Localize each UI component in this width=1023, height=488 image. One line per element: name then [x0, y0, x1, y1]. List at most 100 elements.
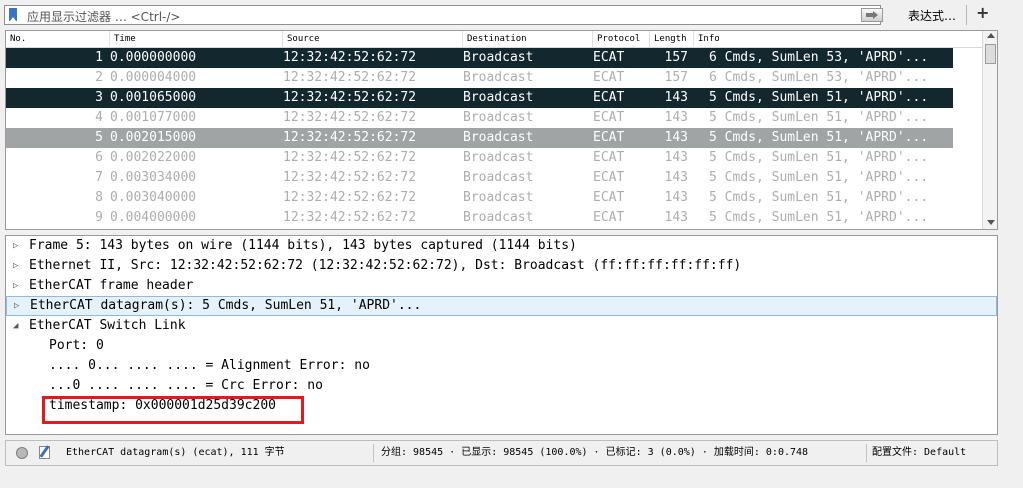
packet-time: 0.001065000: [110, 90, 197, 105]
detail-tree-item[interactable]: ▷ EtherCAT frame header: [6, 276, 997, 296]
packet-destination: Broadcast: [463, 170, 534, 185]
packet-protocol: ECAT: [593, 70, 625, 85]
packet-row[interactable]: 5 0.002015000 12:32:42:52:62:72 Broadcast EC…: [6, 128, 953, 148]
column-header-protocol[interactable]: Protocol: [593, 31, 650, 47]
packet-destination: Broadcast: [463, 110, 534, 125]
packet-row[interactable]: 6 0.002022000 12:32:42:52:62:72 Broadcast EC…: [6, 148, 953, 168]
detail-text: EtherCAT Switch Link: [29, 318, 186, 333]
status-bar: EtherCAT datagram(s) (ecat), 111 字节 分组: …: [5, 440, 998, 466]
detail-text: .... 0... .... .... = Alignment Error: n…: [49, 358, 370, 373]
packet-row[interactable]: 1 0.000000000 12:32:42:52:62:72 Broadcast EC…: [6, 48, 953, 68]
add-filter-button[interactable]: +: [976, 3, 989, 22]
detail-tree-item[interactable]: .... 0... .... .... = Alignment Error: n…: [6, 356, 997, 376]
packet-protocol: ECAT: [593, 90, 625, 105]
packet-row[interactable]: 2 0.000004000 12:32:42:52:62:72 Broadcast EC…: [6, 68, 953, 88]
packet-info: 6 Cmds, SumLen 53, 'APRD'...: [709, 50, 929, 65]
packet-row[interactable]: 9 0.004000000 12:32:42:52:62:72 Broadcast EC…: [6, 208, 953, 228]
packet-no: 3: [95, 90, 103, 105]
packet-no: 6: [95, 150, 103, 165]
packet-row[interactable]: 8 0.003040000 12:32:42:52:62:72 Broadcast EC…: [6, 188, 953, 208]
detail-text: Port: 0: [49, 338, 104, 353]
scroll-down-icon[interactable]: [987, 220, 995, 225]
status-divider: [866, 444, 867, 462]
apply-filter-arrow-icon[interactable]: [861, 8, 883, 22]
packet-time: 0.004000000: [110, 210, 197, 225]
packet-row[interactable]: 4 0.001077000 12:32:42:52:62:72 Broadcast EC…: [6, 108, 953, 128]
detail-tree-item[interactable]: ▷ Frame 5: 143 bytes on wire (1144 bits),…: [6, 236, 997, 256]
detail-text: ...0 .... .... .... = Crc Error: no: [49, 378, 323, 393]
column-header-no[interactable]: No.: [6, 31, 110, 47]
collapsed-arrow-icon[interactable]: ▷: [14, 297, 23, 315]
expression-button[interactable]: 表达式…: [908, 7, 956, 24]
packet-info: 6 Cmds, SumLen 53, 'APRD'...: [709, 70, 929, 85]
column-header-length[interactable]: Length: [650, 31, 694, 47]
detail-tree-item[interactable]: ◢ EtherCAT Switch Link: [6, 316, 997, 336]
packet-length: 143: [664, 130, 688, 145]
packet-source: 12:32:42:52:62:72: [283, 210, 417, 225]
packet-info: 5 Cmds, SumLen 51, 'APRD'...: [709, 110, 929, 125]
packet-time: 0.000004000: [110, 70, 197, 85]
packet-protocol: ECAT: [593, 50, 625, 65]
packet-destination: Broadcast: [463, 190, 534, 205]
packet-length: 143: [664, 190, 688, 205]
display-filter-toolbar: 应用显示过滤器 … <Ctrl-/> 表达式… +: [0, 0, 1023, 30]
detail-tree-item[interactable]: Port: 0: [6, 336, 997, 356]
packet-time: 0.000000000: [110, 50, 197, 65]
capture-comment-icon[interactable]: [39, 446, 50, 459]
packet-protocol: ECAT: [593, 130, 625, 145]
column-header-time[interactable]: Time: [110, 31, 283, 47]
scroll-thumb[interactable]: [985, 44, 996, 64]
packet-source: 12:32:42:52:62:72: [283, 70, 417, 85]
toolbar-divider: [966, 5, 967, 25]
display-filter-input[interactable]: 应用显示过滤器 … <Ctrl-/>: [4, 5, 883, 25]
packet-time: 0.003034000: [110, 170, 197, 185]
detail-tree-item[interactable]: ...0 .... .... .... = Crc Error: no: [6, 376, 997, 396]
bookmark-icon[interactable]: [9, 8, 17, 21]
packet-row[interactable]: 7 0.003034000 12:32:42:52:62:72 Broadcast EC…: [6, 168, 953, 188]
detail-text: EtherCAT frame header: [29, 278, 194, 293]
packet-no: 1: [95, 50, 103, 65]
packet-no: 5: [95, 130, 103, 145]
scroll-up-icon[interactable]: [987, 33, 995, 38]
packet-protocol: ECAT: [593, 150, 625, 165]
packet-protocol: ECAT: [593, 170, 625, 185]
packet-protocol: ECAT: [593, 190, 625, 205]
collapsed-arrow-icon[interactable]: ▷: [13, 256, 22, 276]
packet-source: 12:32:42:52:62:72: [283, 90, 417, 105]
packet-list-pane: No. Time Source Destination Protocol Len…: [5, 30, 998, 230]
packet-length: 157: [664, 50, 688, 65]
packet-time: 0.003040000: [110, 190, 197, 205]
packet-source: 12:32:42:52:62:72: [283, 170, 417, 185]
status-profile[interactable]: 配置文件: Default: [872, 441, 966, 465]
collapsed-arrow-icon[interactable]: ▷: [13, 276, 22, 296]
packet-source: 12:32:42:52:62:72: [283, 50, 417, 65]
expert-info-status-icon[interactable]: [16, 447, 28, 459]
packet-info: 5 Cmds, SumLen 51, 'APRD'...: [709, 90, 929, 105]
detail-text: EtherCAT datagram(s): 5 Cmds, SumLen 51,…: [30, 298, 422, 313]
status-packet-stats: 分组: 98545 · 已显示: 98545 (100.0%) · 已标记: 3…: [381, 447, 809, 458]
detail-tree-item[interactable]: ▷ Ethernet II, Src: 12:32:42:52:62:72 (12…: [6, 256, 997, 276]
packet-destination: Broadcast: [463, 130, 534, 145]
packet-length: 157: [664, 70, 688, 85]
collapsed-arrow-icon[interactable]: ▷: [13, 236, 22, 256]
detail-text: Ethernet II, Src: 12:32:42:52:62:72 (12:…: [29, 258, 742, 273]
packet-source: 12:32:42:52:62:72: [283, 130, 417, 145]
column-header-destination[interactable]: Destination: [463, 31, 593, 47]
packet-destination: Broadcast: [463, 50, 534, 65]
detail-tree-item[interactable]: ▷ EtherCAT datagram(s): 5 Cmds, SumLen 51…: [6, 296, 997, 316]
packet-list-header: No. Time Source Destination Protocol Len…: [6, 31, 982, 48]
packet-details-pane: ▷ Frame 5: 143 bytes on wire (1144 bits),…: [5, 235, 998, 435]
packet-info: 5 Cmds, SumLen 51, 'APRD'...: [709, 170, 929, 185]
packet-length: 143: [664, 150, 688, 165]
packet-row[interactable]: 3 0.001065000 12:32:42:52:62:72 Broadcast EC…: [6, 88, 953, 108]
packet-length: 143: [664, 170, 688, 185]
packet-destination: Broadcast: [463, 90, 534, 105]
column-header-source[interactable]: Source: [283, 31, 463, 47]
expanded-arrow-icon[interactable]: ◢: [13, 316, 22, 336]
packet-time: 0.002022000: [110, 150, 197, 165]
column-header-info[interactable]: Info: [694, 31, 982, 47]
packet-protocol: ECAT: [593, 210, 625, 225]
packet-time: 0.001077000: [110, 110, 197, 125]
packet-list-scrollbar[interactable]: [982, 31, 997, 229]
packet-info: 5 Cmds, SumLen 51, 'APRD'...: [709, 210, 929, 225]
